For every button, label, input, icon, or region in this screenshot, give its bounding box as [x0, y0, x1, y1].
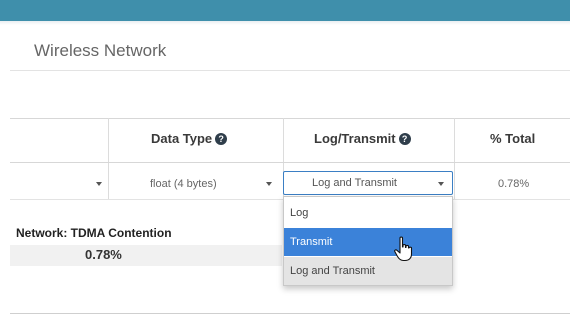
top-bar-shadow	[0, 21, 570, 25]
panel-bottom-border	[10, 313, 570, 314]
column-header-percent-total: % Total	[490, 131, 535, 146]
dropdown-option-transmit[interactable]: Transmit	[284, 228, 452, 256]
chevron-down-icon[interactable]	[96, 182, 102, 186]
top-bar	[0, 0, 570, 21]
column-header-label: Data Type	[151, 131, 213, 146]
column-header-log-transmit: Log/Transmit?	[314, 131, 411, 146]
title-divider	[10, 70, 570, 71]
percent-total-value: 0.78%	[498, 178, 530, 190]
question-circle-icon[interactable]: ?	[215, 133, 228, 145]
data-type-select[interactable]: float (4 bytes)	[150, 178, 217, 190]
log-transmit-select[interactable]: Log and Transmit	[283, 171, 453, 195]
network-value-row	[10, 245, 282, 266]
hand-pointer-cursor-icon	[394, 236, 413, 262]
column-divider	[454, 118, 455, 200]
chevron-down-icon[interactable]	[266, 182, 272, 186]
network-label: Network: TDMA Contention	[16, 226, 172, 240]
network-percent-value: 0.78%	[85, 247, 122, 262]
log-transmit-dropdown-menu: Log Transmit Log and Transmit	[283, 196, 453, 286]
panel-title: Wireless Network	[34, 41, 167, 60]
dropdown-option-log[interactable]: Log	[284, 199, 452, 227]
column-header-label: Log/Transmit	[314, 131, 396, 146]
table-header-top-border	[10, 118, 570, 119]
table-header-bottom-border	[10, 162, 570, 163]
question-circle-icon[interactable]: ?	[398, 133, 411, 145]
chevron-down-icon[interactable]	[438, 182, 444, 186]
column-header-label: % Total	[490, 131, 536, 146]
dropdown-option-log-and-transmit[interactable]: Log and Transmit	[284, 257, 452, 285]
column-header-data-type: Data Type?	[151, 131, 228, 146]
column-divider	[108, 118, 109, 200]
log-transmit-select-value: Log and Transmit	[312, 177, 397, 189]
